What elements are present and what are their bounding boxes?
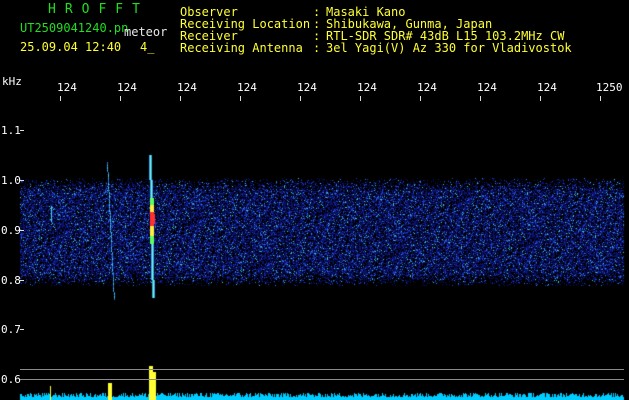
y-tick-label: 1.1 xyxy=(1,124,21,137)
y-tick-label: 0.7 xyxy=(1,323,21,336)
x-tick-label: 1250 xyxy=(596,81,623,94)
spectrogram-window: HROFFT UT2509041240.pn meteor 25.09.04 1… xyxy=(0,0,629,400)
y-tick xyxy=(20,230,24,231)
x-tick xyxy=(540,96,541,101)
x-tick-label: 124 xyxy=(237,81,257,94)
x-tick-label: 124 xyxy=(537,81,557,94)
antenna-key: Receiving Antenna xyxy=(180,41,303,55)
spectrogram-canvas xyxy=(0,0,629,400)
count-label: 4_ xyxy=(140,40,155,54)
brand-label: HROFFT xyxy=(48,2,149,17)
x-tick-label: 124 xyxy=(357,81,377,94)
x-tick xyxy=(600,96,601,101)
antenna-value: 3el Yagi(V) Az 330 for Vladivostok xyxy=(326,41,572,55)
x-tick-label: 124 xyxy=(297,81,317,94)
level-line-upper xyxy=(20,369,624,370)
y-tick-label: 0.9 xyxy=(1,224,21,237)
level-line-lower xyxy=(20,379,624,380)
x-tick xyxy=(300,96,301,101)
x-tick-label: 124 xyxy=(57,81,77,94)
x-tick-label: 124 xyxy=(177,81,197,94)
x-tick-label: 124 xyxy=(477,81,497,94)
filename-label: UT2509041240.pn xyxy=(20,21,129,35)
y-tick xyxy=(20,329,24,330)
y-tick xyxy=(20,130,24,131)
x-tick-label: 124 xyxy=(117,81,137,94)
mode-label: meteor xyxy=(124,25,168,39)
x-tick xyxy=(180,96,181,101)
x-tick xyxy=(360,96,361,101)
x-tick-label: 124 xyxy=(417,81,437,94)
x-tick xyxy=(120,96,121,101)
y-tick-label: 1.0 xyxy=(1,174,21,187)
y-tick-label: 0.8 xyxy=(1,274,21,287)
x-tick xyxy=(420,96,421,101)
x-tick xyxy=(240,96,241,101)
x-tick xyxy=(60,96,61,101)
sep-3: : xyxy=(313,41,321,55)
x-tick xyxy=(480,96,481,101)
y-tick xyxy=(20,180,24,181)
y-tick xyxy=(20,280,24,281)
datetime-label: 25.09.04 12:40 xyxy=(20,40,122,54)
y-tick-label: 0.6 xyxy=(1,373,21,386)
axis-unit-label: kHz xyxy=(2,75,22,88)
